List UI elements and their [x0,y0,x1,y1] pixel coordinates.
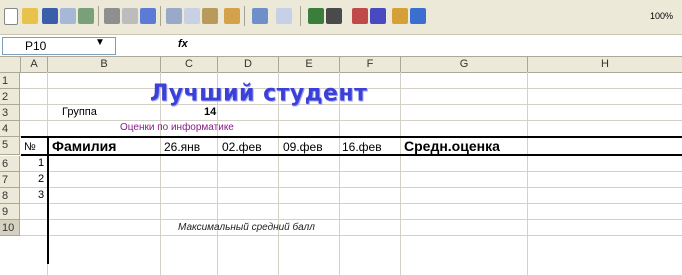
row-header-1[interactable]: 1 [0,73,20,89]
toolbar-separator [300,6,301,26]
max-average-label: Максимальный средний балл [178,222,315,233]
sort-descending-icon[interactable] [370,8,386,24]
undo-icon[interactable] [252,8,268,24]
gridline [20,171,682,172]
chart-wizard-icon[interactable] [392,8,408,24]
redo-icon[interactable] [276,8,292,24]
format-painter-icon[interactable] [224,8,240,24]
group-value: 14 [204,106,217,118]
select-all-corner[interactable] [0,57,21,73]
column-header-b[interactable]: B [48,57,161,73]
gridline [20,219,682,220]
gridline [20,187,682,188]
header-surname: Фамилия [52,138,117,154]
worksheet-grid[interactable]: A B C D E F G H 1 2 3 4 5 6 7 8 9 10 Луч… [0,57,682,275]
new-document-icon[interactable] [4,8,18,25]
header-average: Средн.оценка [404,138,500,154]
column-header-g[interactable]: G [401,57,528,73]
header-date-1: 26.янв [164,140,201,154]
name-box[interactable]: P10 ▼ [2,37,116,55]
row-header-2[interactable]: 2 [0,89,20,105]
cut-icon[interactable] [166,8,182,24]
name-box-value: P10 [25,39,47,53]
chevron-down-icon[interactable]: ▼ [95,37,105,48]
spelling-icon[interactable] [140,8,156,24]
student-number: 1 [38,157,45,169]
group-label: Группа [62,106,97,118]
copy-icon[interactable] [184,8,200,24]
student-number: 3 [38,189,45,201]
header-date-4: 16.фев [342,140,382,154]
column-header-d[interactable]: D [218,57,279,73]
sort-ascending-icon[interactable] [352,8,368,24]
header-number: № [24,141,36,153]
gridline [20,235,682,236]
column-header-f[interactable]: F [340,57,401,73]
toolbar-separator [244,6,245,26]
header-date-3: 09.фев [283,140,323,154]
row-header-3[interactable]: 3 [0,105,20,121]
gridline [20,203,682,204]
hyperlink-icon[interactable] [308,8,324,24]
fx-icon[interactable]: fx [178,38,188,50]
permission-icon[interactable] [60,8,76,24]
open-folder-icon[interactable] [22,8,38,24]
column-header-h[interactable]: H [528,57,682,73]
toolbar-separator [98,6,99,26]
table-border-left [47,136,49,264]
autosum-icon[interactable] [326,8,342,24]
print-icon[interactable] [104,8,120,24]
row-header-9[interactable]: 9 [0,204,20,220]
row-header-7[interactable]: 7 [0,172,20,188]
gridline [20,120,682,121]
header-date-2: 02.фев [222,140,262,154]
formula-bar: P10 ▼ fx [0,35,682,57]
student-number: 2 [38,173,45,185]
print-preview-icon[interactable] [122,8,138,24]
drawing-icon[interactable] [410,8,426,24]
column-header-e[interactable]: E [279,57,340,73]
save-icon[interactable] [42,8,58,24]
row-header-4[interactable]: 4 [0,121,20,137]
gridline [400,72,401,275]
sheet-title: Лучший студент [150,80,368,107]
row-header-6[interactable]: 6 [0,156,20,172]
grades-caption: Оценки по информатике [120,122,234,133]
row-header-10[interactable]: 10 [0,220,20,236]
email-icon[interactable] [78,8,94,24]
toolbar-separator [160,6,161,26]
zoom-dropdown[interactable]: 100% [650,8,682,24]
toolbar: 100% [0,0,682,35]
gridline [527,72,528,275]
row-header-8[interactable]: 8 [0,188,20,204]
row-header-5[interactable]: 5 [0,137,20,155]
paste-icon[interactable] [202,8,218,24]
column-header-a[interactable]: A [21,57,48,73]
column-header-c[interactable]: C [161,57,218,73]
